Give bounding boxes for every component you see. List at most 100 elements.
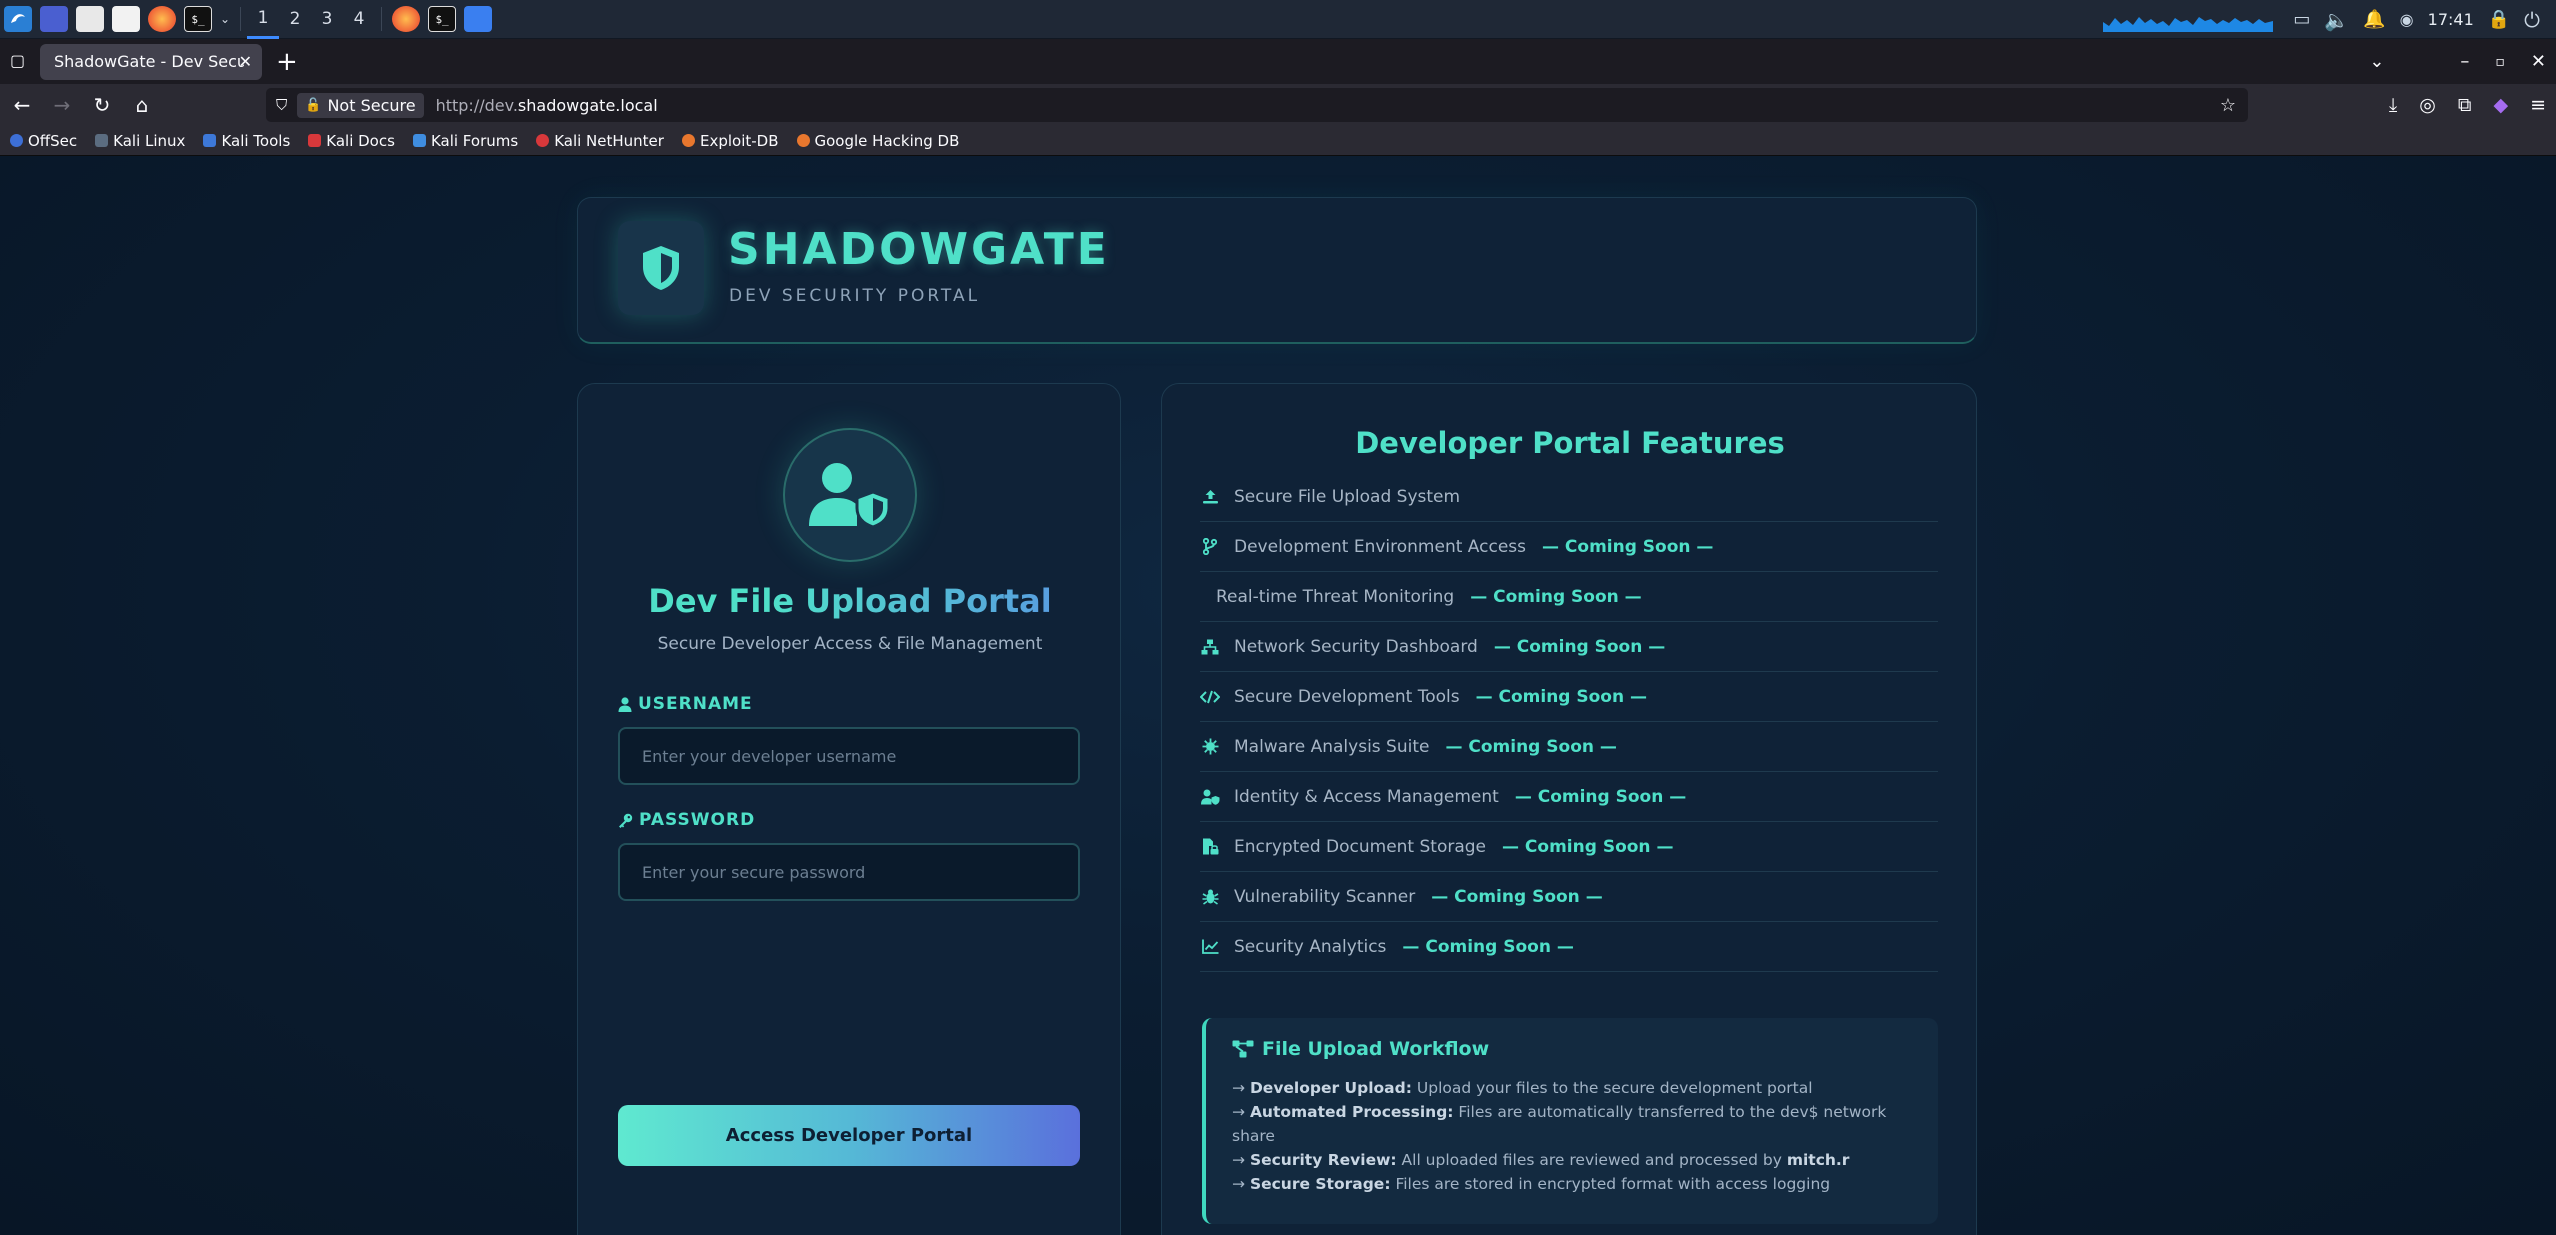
window-controls: ⌄ – ▫ ✕ — [2369, 39, 2546, 84]
bookmark-label: Kali Linux — [113, 131, 186, 150]
text-editor-icon — [112, 6, 140, 32]
exploit-db-icon — [681, 134, 695, 147]
bookmark-star-icon[interactable]: ☆ — [2220, 95, 2236, 116]
bookmarks-toolbar: OffSec Kali Linux Kali Tools Kali Docs K… — [0, 126, 2556, 156]
feature-label: Development Environment Access — [1234, 536, 1526, 557]
bookmark-offsec[interactable]: OffSec — [10, 132, 77, 150]
workflow-step: → Secure Storage: Files are stored in en… — [1232, 1172, 1914, 1196]
workflow-step-text: All uploaded files are reviewed and proc… — [1396, 1151, 1787, 1169]
arrow-icon: → — [1232, 1151, 1245, 1169]
tab-shadowgate[interactable]: ShadowGate - Dev Security Portal ✕ — [40, 43, 262, 80]
bookmark-google-hacking-db[interactable]: Google Hacking DB — [796, 132, 959, 150]
tab-overview-icon[interactable]: ▢ — [10, 51, 25, 70]
show-desktop-button[interactable] — [36, 0, 72, 39]
user-shield-icon — [1200, 789, 1220, 805]
kali-menu-button[interactable] — [0, 0, 36, 39]
bookmark-kali-docs[interactable]: Kali Docs — [308, 132, 395, 150]
volume-icon[interactable]: 🔈 — [2324, 8, 2349, 32]
workflow-step-text: Upload your files to the secure developm… — [1411, 1079, 1813, 1097]
window-list-icon[interactable]: ▭ — [2293, 9, 2310, 30]
bookmark-kali-nethunter[interactable]: Kali NetHunter — [536, 132, 664, 150]
files-window-button[interactable] — [460, 0, 496, 39]
maximize-icon[interactable]: ▫ — [2495, 54, 2505, 70]
tab-list-chevron-icon[interactable]: ⌄ — [2369, 51, 2384, 72]
not-secure-label: Not Secure — [327, 95, 416, 115]
not-secure-badge[interactable]: 🔓 Not Secure — [297, 92, 424, 118]
text-editor-button[interactable] — [108, 0, 144, 39]
feature-status: — Coming Soon — — [1431, 886, 1603, 907]
brand-subtitle: DEV SECURITY PORTAL — [729, 286, 981, 306]
features-card: Developer Portal Features Secure File Up… — [1161, 383, 1977, 1235]
firefox-window-button[interactable] — [388, 0, 424, 39]
downloads-icon[interactable]: ⤓ — [2389, 94, 2397, 116]
minimize-icon[interactable]: – — [2460, 51, 2469, 72]
bookmark-kali-forums[interactable]: Kali Forums — [412, 131, 519, 150]
avatar — [783, 428, 917, 562]
power-menu-icon[interactable]: ⏻ — [2524, 8, 2540, 32]
forward-arrow-icon[interactable]: → — [44, 93, 80, 117]
url-domain: shadowgate.local — [517, 95, 658, 115]
home-icon[interactable]: ⌂ — [124, 93, 160, 117]
page-viewport: SHADOWGATE DEV SECURITY PORTAL Dev File … — [0, 156, 2556, 1235]
power-status-icon[interactable]: ◉ — [2400, 10, 2414, 29]
logo — [618, 221, 704, 315]
file-lock-icon — [1200, 838, 1220, 855]
bookmark-label: OffSec — [28, 131, 78, 150]
account-icon[interactable]: ◎ — [2419, 94, 2436, 116]
password-input[interactable] — [618, 843, 1080, 901]
features-list: Secure File Upload System Development En… — [1200, 472, 1938, 972]
feature-status: — Coming Soon — — [1542, 536, 1714, 557]
notifications-bell-icon[interactable]: 🔔 — [2363, 9, 2385, 30]
clock[interactable]: 17:41 — [2428, 10, 2474, 29]
tracking-shield-icon[interactable]: ⛉ — [276, 96, 287, 114]
workflow-step: → Automated Processing: Files are automa… — [1232, 1100, 1914, 1148]
bookmark-exploit-db[interactable]: Exploit-DB — [681, 132, 779, 150]
offsec-icon — [10, 134, 23, 147]
feature-label: Malware Analysis Suite — [1234, 736, 1430, 757]
terminal-launcher-button[interactable]: $_ — [180, 0, 216, 39]
lock-screen-icon[interactable]: 🔒 — [2488, 9, 2510, 30]
back-arrow-icon[interactable]: ← — [4, 93, 40, 117]
feature-label: Secure File Upload System — [1234, 486, 1461, 507]
url-text[interactable]: http://dev.shadowgate.local — [436, 96, 658, 115]
workspace-1[interactable]: 1 — [247, 0, 280, 39]
feature-status: — Coming Soon — — [1514, 786, 1687, 807]
terminal-window-button[interactable]: $_ — [424, 0, 460, 39]
user-shield-icon — [809, 463, 891, 529]
feature-item: Malware Analysis Suite — Coming Soon — — [1200, 722, 1938, 772]
workspace-3[interactable]: 3 — [311, 0, 343, 39]
close-window-icon[interactable]: ✕ — [2531, 51, 2546, 72]
virus-icon — [1200, 738, 1220, 755]
firefox-launcher-button[interactable] — [144, 0, 180, 39]
reviewer-name: mitch.r — [1786, 1151, 1850, 1169]
workspace-4[interactable]: 4 — [343, 0, 375, 39]
feature-item: Vulnerability Scanner — Coming Soon — — [1200, 872, 1938, 922]
new-tab-button[interactable]: + — [276, 47, 298, 77]
bookmark-kali-linux[interactable]: Kali Linux — [95, 132, 185, 150]
workspace-2[interactable]: 2 — [279, 0, 311, 39]
username-input[interactable] — [618, 727, 1080, 785]
terminal-icon: $_ — [428, 6, 457, 32]
reload-icon[interactable]: ↻ — [84, 93, 120, 117]
access-portal-button[interactable]: Access Developer Portal — [618, 1105, 1080, 1166]
url-bar[interactable]: ⛉ 🔓 Not Secure http://dev.shadowgate.loc… — [266, 88, 2248, 122]
feature-item: Identity & Access Management — Coming So… — [1200, 772, 1938, 822]
bookmark-kali-tools[interactable]: Kali Tools — [203, 132, 290, 150]
ghdb-icon — [796, 134, 810, 147]
launcher-dropdown-button[interactable]: ⌄ — [216, 0, 234, 39]
extension-badge-icon[interactable]: ◆ — [2493, 94, 2508, 116]
feature-status: — Coming Soon — — [1502, 836, 1674, 857]
workflow-step: → Security Review: All uploaded files ar… — [1232, 1148, 1914, 1172]
workflow-step-key: Automated Processing: — [1249, 1103, 1454, 1121]
bookmark-label: Kali Forums — [430, 131, 519, 150]
extensions-icon[interactable]: ⧉ — [2458, 94, 2472, 116]
arrow-icon: → — [1232, 1079, 1245, 1097]
tab-title: ShadowGate - Dev Security Portal — [54, 52, 244, 71]
file-manager-button[interactable] — [72, 0, 108, 39]
feature-status: — Coming Soon — — [1402, 936, 1574, 957]
bookmark-label: Kali NetHunter — [554, 131, 664, 150]
feature-item: Security Analytics — Coming Soon — — [1200, 922, 1938, 972]
kali-forums-icon — [412, 134, 426, 147]
close-icon[interactable]: ✕ — [239, 52, 252, 71]
hamburger-menu-icon[interactable]: ≡ — [2530, 94, 2546, 116]
